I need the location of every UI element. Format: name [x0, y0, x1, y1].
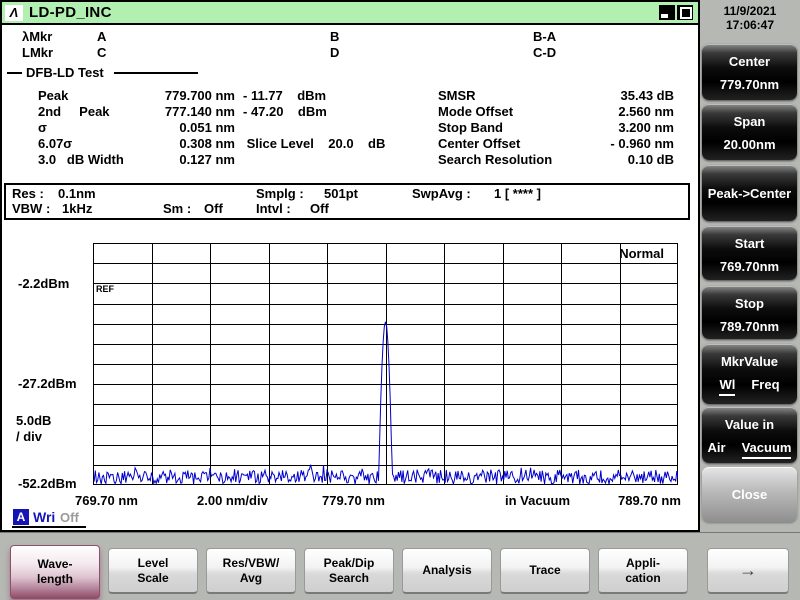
sm-value: Off [204, 201, 223, 216]
search-resolution-label: Search Resolution [438, 152, 552, 167]
lambda-marker-label: λMkr [22, 29, 52, 44]
section-rule-right [114, 72, 198, 74]
x-label-per-div: 2.00 nm/div [197, 493, 268, 508]
status-clock: 11/9/2021 17:06:47 [700, 4, 800, 32]
trace-status-underline [12, 526, 86, 528]
intvl-value: Off [310, 201, 329, 216]
stop-band-label: Stop Band [438, 120, 503, 135]
softkey-mkr-value[interactable]: MkrValue Wl Freq [702, 344, 797, 404]
res-label: Res : [12, 186, 44, 201]
softkey-start[interactable]: Start 769.70nm [702, 226, 797, 280]
mode-offset-label: Mode Offset [438, 104, 513, 119]
clock-time: 17:06:47 [700, 18, 800, 32]
x-label-center: 779.70 nm [322, 493, 385, 508]
section-rule-left [7, 72, 22, 74]
sweep-settings-box: Res : 0.1nm Smplg : 501pt SwpAvg : 1 [ *… [4, 183, 690, 220]
marker-b-label: B [330, 29, 339, 44]
vbw-value: 1kHz [62, 201, 92, 216]
trace-write-mode: Wri [33, 509, 55, 525]
function-menu-bar: Wave- length Level Scale Res/VBW/ Avg Pe… [0, 532, 800, 600]
x-label-stop: 789.70 nm [618, 493, 681, 508]
sm-label: Sm : [163, 201, 191, 216]
app-logo-icon: Λ [5, 5, 23, 21]
swpavg-value: 1 [ **** ] [494, 186, 541, 201]
trace-state: Off [60, 510, 79, 525]
sigma-value: 0.051 nm [105, 120, 235, 135]
x-label-start: 769.70 nm [75, 493, 138, 508]
marker-c-label: C [97, 45, 106, 60]
second-peak-wavelength: 777.140 nm [105, 104, 235, 119]
stop-band-value: 3.200 nm [539, 120, 674, 135]
window-title: LD-PD_INC [29, 4, 112, 21]
spectrum-plot [93, 243, 678, 485]
more-arrow-icon: → [708, 563, 788, 578]
display-mode-label: Normal [93, 246, 664, 261]
window-controls [659, 5, 693, 20]
x-label-medium: in Vacuum [505, 493, 570, 508]
slice-level: Slice Level 20.0 dB [243, 136, 385, 151]
softkey-span[interactable]: Span 20.00nm [702, 104, 797, 160]
menu-more-arrow[interactable]: → [707, 548, 789, 594]
ref-level-label: REF [96, 285, 114, 294]
intvl-label: Intvl : [256, 201, 291, 216]
menu-analysis[interactable]: Analysis [402, 548, 492, 594]
peak-wavelength: 779.700 nm [105, 88, 235, 103]
softkey-value-in[interactable]: Value in Air Vacuum [702, 407, 797, 463]
y-label-bottom: -52.2dBm [18, 476, 77, 491]
menu-peak-dip-search[interactable]: Peak/Dip Search [304, 548, 394, 594]
y-label-mid: -27.2dBm [18, 376, 77, 391]
mkr-value-freq-option[interactable]: Freq [751, 377, 779, 396]
menu-res-vbw-avg[interactable]: Res/VBW/ Avg [206, 548, 296, 594]
peak-label: Peak [38, 88, 68, 103]
menu-application[interactable]: Appli- cation [598, 548, 688, 594]
six-sigma-value: 0.308 nm [105, 136, 235, 151]
marker-a-label: A [97, 29, 106, 44]
smplg-label: Smplg : [256, 186, 304, 201]
grid-lines [93, 243, 678, 485]
value-in-air-option[interactable]: Air [708, 440, 726, 459]
res-value: 0.1nm [58, 186, 96, 201]
trace-a [93, 322, 678, 484]
softkey-peak-to-center[interactable]: Peak->Center [702, 165, 797, 221]
search-resolution-value: 0.10 dB [539, 152, 674, 167]
smplg-value: 501pt [324, 186, 358, 201]
y-scale-per-div-2: / div [16, 429, 42, 444]
mkr-value-wl-option[interactable]: Wl [719, 377, 735, 396]
second-peak-label: 2nd Peak [38, 104, 110, 119]
center-offset-value: - 0.960 nm [539, 136, 674, 151]
smsr-value: 35.43 dB [539, 88, 674, 103]
vbw-label: VBW : [12, 201, 50, 216]
marker-c-d-label: C-D [533, 45, 556, 60]
y-scale-per-div: 5.0dB [16, 413, 51, 428]
sigma-label: σ [38, 120, 47, 135]
db-width-value: 0.127 nm [105, 152, 235, 167]
maximize-icon[interactable] [677, 5, 693, 20]
second-peak-level: - 47.20 dBm [243, 104, 327, 119]
y-label-ref: -2.2dBm [18, 276, 69, 291]
six-sigma-label: 6.07σ [38, 136, 72, 151]
softkey-stop[interactable]: Stop 789.70nm [702, 286, 797, 339]
smsr-label: SMSR [438, 88, 476, 103]
center-offset-label: Center Offset [438, 136, 520, 151]
level-marker-label: LMkr [22, 45, 53, 60]
mode-offset-value: 2.560 nm [539, 104, 674, 119]
softkey-sidebar: 11/9/2021 17:06:47 Center 779.70nm Span … [700, 0, 800, 600]
softkey-center[interactable]: Center 779.70nm [702, 44, 797, 100]
peak-level: - 11.77 dBm [243, 88, 326, 103]
menu-trace[interactable]: Trace [500, 548, 590, 594]
analysis-section-title: DFB-LD Test [26, 65, 104, 80]
clock-date: 11/9/2021 [700, 4, 800, 18]
marker-b-a-label: B-A [533, 29, 556, 44]
active-trace-badge: A [13, 509, 29, 525]
menu-level-scale[interactable]: Level Scale [108, 548, 198, 594]
marker-d-label: D [330, 45, 339, 60]
title-bar: Λ LD-PD_INC [2, 2, 698, 25]
softkey-close[interactable]: Close [702, 467, 797, 522]
main-display-panel: Λ LD-PD_INC λMkr A B B-A LMkr C D C-D DF… [0, 0, 700, 532]
menu-wavelength[interactable]: Wave- length [10, 545, 100, 599]
value-in-vacuum-option[interactable]: Vacuum [742, 440, 792, 459]
swpavg-label: SwpAvg : [412, 186, 471, 201]
osa-screen: Λ LD-PD_INC λMkr A B B-A LMkr C D C-D DF… [0, 0, 800, 600]
minimize-icon[interactable] [659, 5, 675, 20]
